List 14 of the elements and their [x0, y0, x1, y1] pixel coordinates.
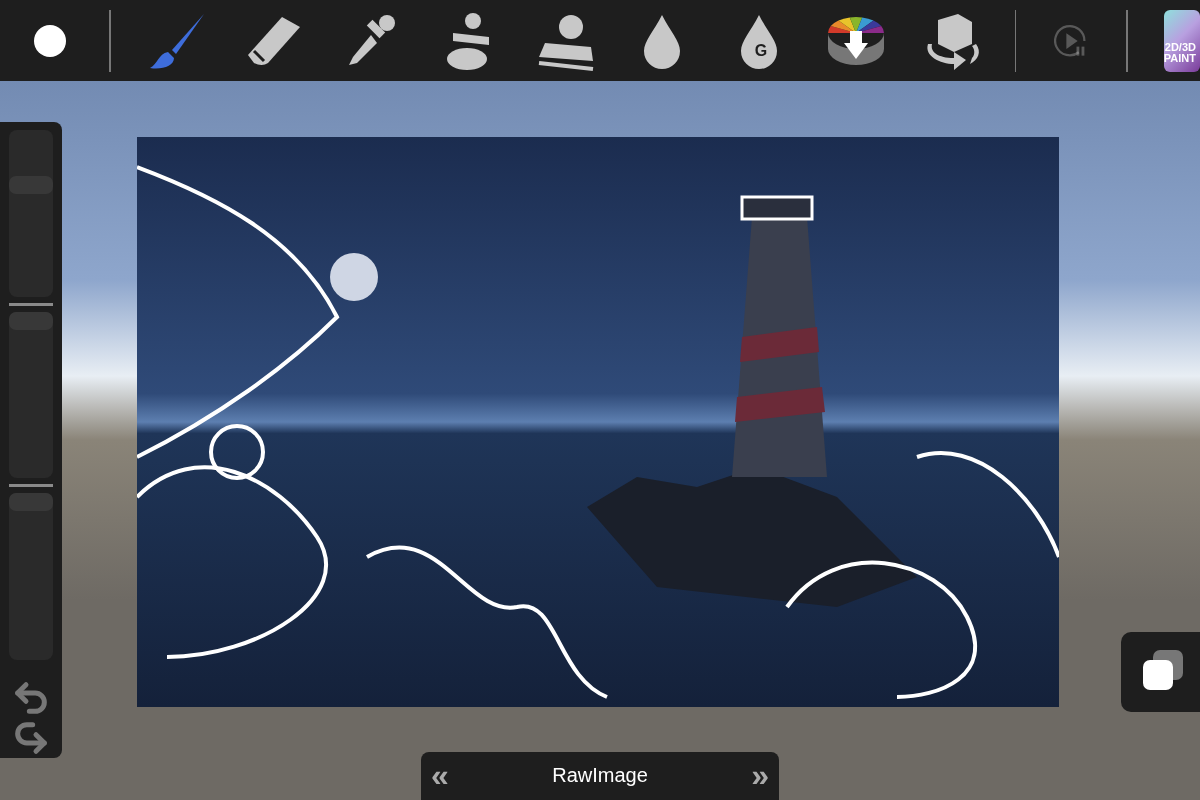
layers-button[interactable]	[1121, 632, 1200, 712]
eraser-tool-icon[interactable]	[245, 14, 302, 67]
slider-thumb[interactable]	[9, 311, 53, 330]
slider-track[interactable]	[9, 493, 53, 660]
previous-button[interactable]: «	[431, 760, 449, 790]
color-swatch[interactable]	[34, 24, 66, 57]
logo-text: 2D/3D	[1164, 41, 1196, 53]
slider-thumb[interactable]	[9, 493, 53, 512]
slider-track[interactable]	[9, 311, 53, 479]
slider-thumb[interactable]	[9, 175, 53, 194]
next-button[interactable]: »	[751, 760, 769, 790]
layer-title: RawImage	[552, 763, 648, 788]
slider-track[interactable]	[9, 130, 53, 297]
logo-text: PAINT	[1163, 52, 1196, 64]
